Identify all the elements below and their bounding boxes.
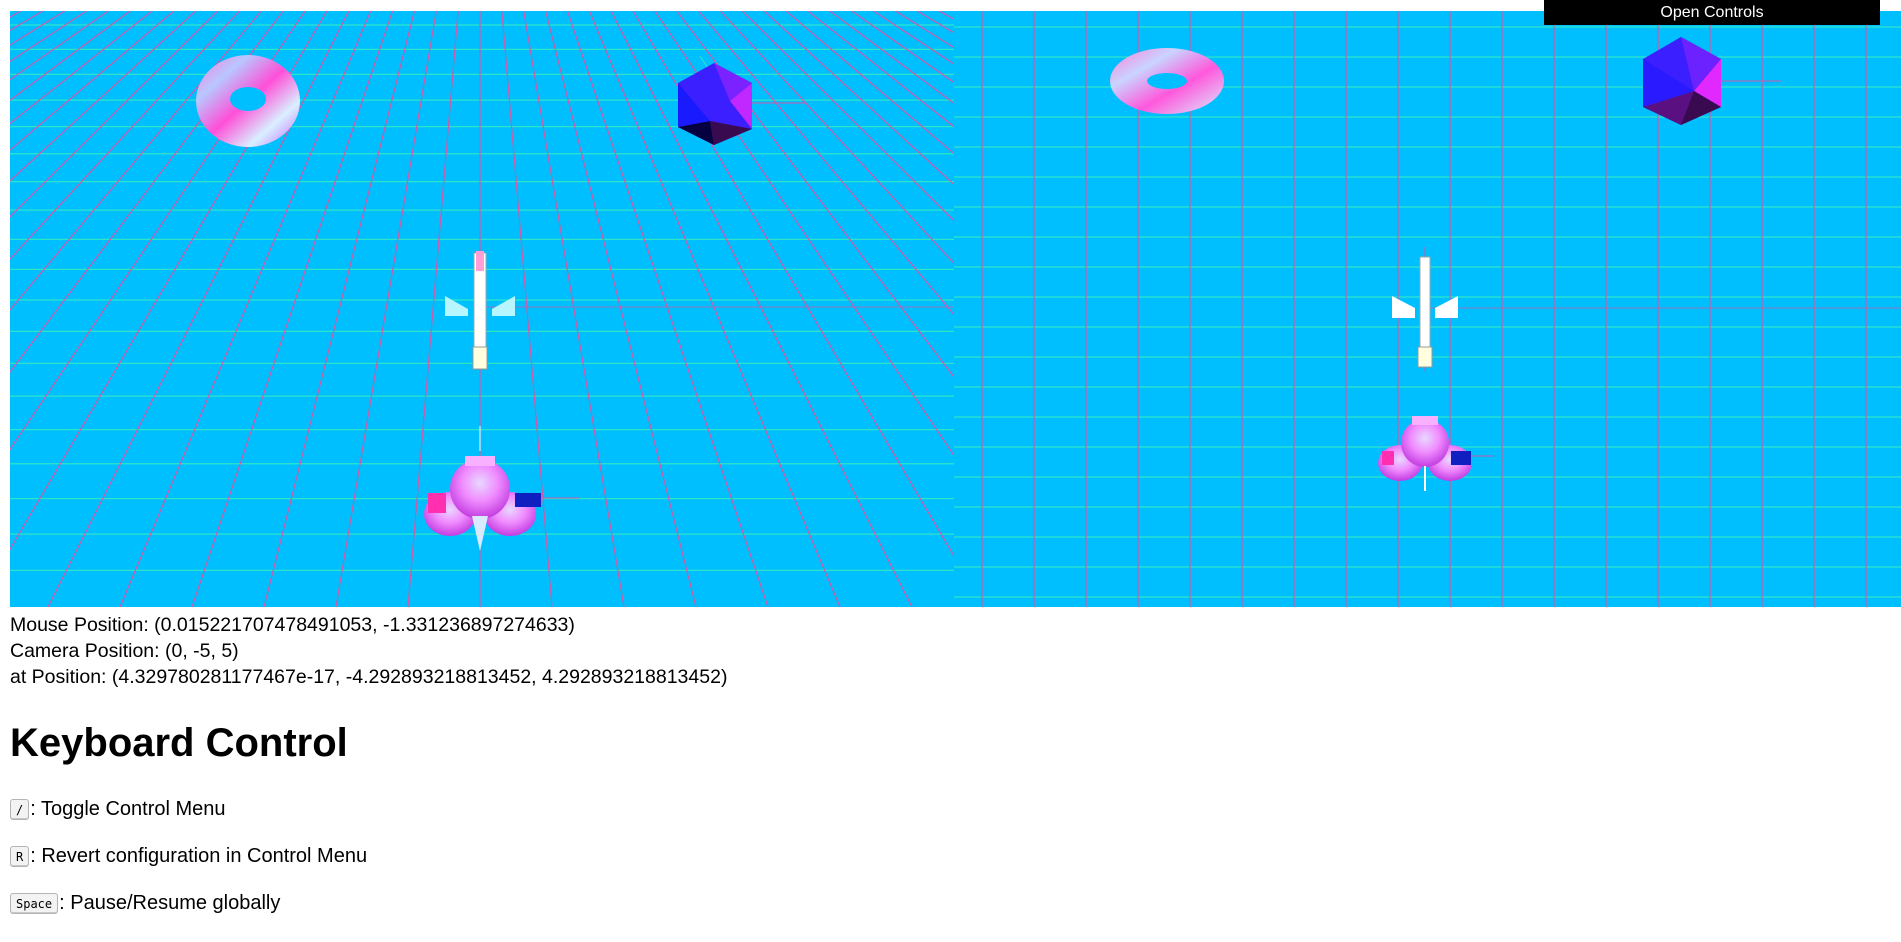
torus-object[interactable] bbox=[1110, 48, 1224, 114]
shortcut-description: : Revert configuration in Control Menu bbox=[30, 845, 368, 867]
at-position-line: at Position: (4.329780281177467e-17, -4.… bbox=[10, 664, 727, 690]
key-space: Space bbox=[10, 893, 59, 915]
camera-position-line: Camera Position: (0, -5, 5) bbox=[10, 638, 727, 664]
open-controls-button[interactable]: Open Controls bbox=[1544, 0, 1880, 25]
shortcut-revert-config: R: Revert configuration in Control Menu bbox=[10, 843, 367, 869]
mouse-position-line: Mouse Position: (0.015221707478491053, -… bbox=[10, 612, 727, 638]
shortcut-description: : Pause/Resume globally bbox=[59, 892, 281, 914]
mouse-position-value: (0.015221707478491053, -1.33123689727463… bbox=[154, 614, 575, 636]
perspective-viewport[interactable] bbox=[10, 11, 954, 607]
at-position-label: at Position: bbox=[10, 666, 112, 688]
camera-position-value: (0, -5, 5) bbox=[164, 640, 239, 662]
shortcut-toggle-menu: /: Toggle Control Menu bbox=[10, 796, 226, 822]
torus-object[interactable] bbox=[196, 55, 300, 147]
orthographic-scene[interactable] bbox=[954, 11, 1901, 607]
camera-position-label: Camera Position: bbox=[10, 640, 165, 662]
key-r: R bbox=[10, 846, 30, 868]
keyboard-control-heading: Keyboard Control bbox=[10, 721, 348, 765]
orthographic-viewport[interactable] bbox=[954, 11, 1901, 607]
perspective-scene[interactable] bbox=[10, 11, 954, 607]
shortcut-pause-resume: Space: Pause/Resume globally bbox=[10, 890, 280, 916]
mouse-position-label: Mouse Position: bbox=[10, 614, 155, 636]
key-slash: / bbox=[10, 799, 30, 821]
shortcut-description: : Toggle Control Menu bbox=[30, 798, 226, 820]
position-readout: Mouse Position: (0.015221707478491053, -… bbox=[10, 612, 727, 690]
at-position-value: (4.329780281177467e-17, -4.2928932188134… bbox=[111, 666, 728, 688]
